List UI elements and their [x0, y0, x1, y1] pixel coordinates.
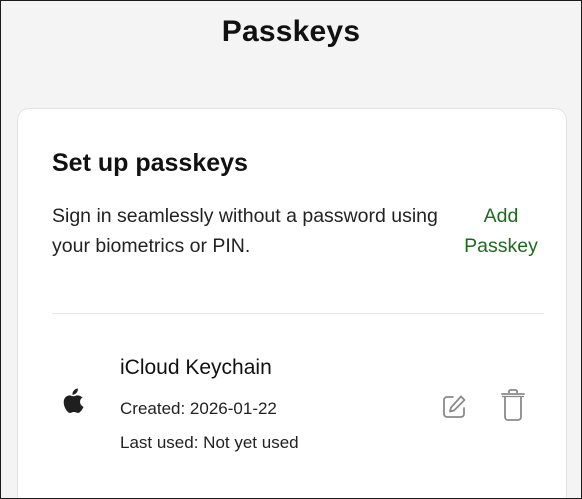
trash-icon — [501, 389, 525, 421]
page-title: Passkeys — [221, 15, 361, 48]
passkey-created-date: Created: 2026-01-22 — [120, 399, 277, 418]
divider — [52, 313, 544, 314]
setup-description: Sign in seamlessly without a password us… — [52, 205, 438, 257]
passkey-name: iCloud Keychain — [120, 356, 272, 379]
delete-passkey-button[interactable] — [499, 388, 527, 422]
app-window: Passkeys Set up passkeys Sign in seamles… — [0, 0, 582, 499]
apple-icon — [63, 388, 84, 413]
passkeys-card: Set up passkeys Sign in seamlessly witho… — [17, 108, 567, 498]
edit-passkey-button[interactable] — [440, 393, 468, 421]
add-passkey-button[interactable]: Add Passkey — [446, 201, 556, 261]
setup-title: Set up passkeys — [52, 149, 248, 177]
edit-icon — [443, 395, 466, 418]
passkey-last-used: Last used: Not yet used — [120, 433, 299, 452]
